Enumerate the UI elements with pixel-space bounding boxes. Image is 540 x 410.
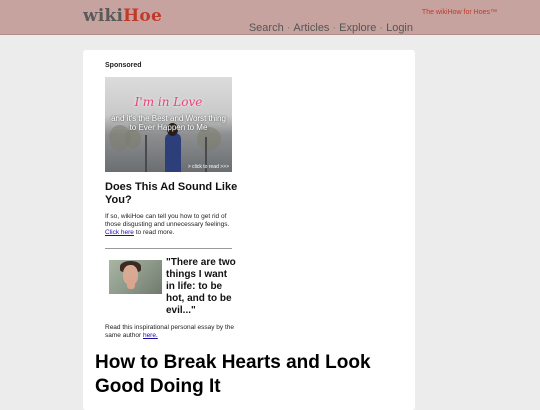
ad-image-caption: and it's the Best and Worst thing to Eve… — [111, 114, 226, 132]
sidebar-divider — [105, 248, 232, 249]
author-photo[interactable] — [109, 260, 162, 294]
ad-headline[interactable]: Does This Ad Sound Like You? — [105, 181, 245, 207]
ad-description-text: If so, wikiHoe can tell you how to get r… — [105, 213, 230, 228]
ad-description-suffix: to read more. — [135, 229, 175, 236]
ad-image-script-text: I'm in Love — [134, 95, 203, 109]
main-content: Sponsored I'm in Love and it's the Best … — [83, 50, 415, 410]
ad-description: If so, wikiHoe can tell you how to get r… — [105, 213, 240, 237]
site-tagline: The wikiHow for Hoes™ — [421, 9, 497, 16]
nav-separator: · — [379, 22, 384, 34]
nav-articles[interactable]: Articles — [293, 22, 329, 34]
sponsored-label: Sponsored — [105, 62, 142, 69]
nav-separator: · — [332, 22, 337, 34]
ad-click-here-link[interactable]: Click here — [105, 229, 134, 236]
page-title: How to Break Hearts and Look Good Doing … — [95, 352, 371, 397]
essay-quote[interactable]: "There are two things I want in life: to… — [166, 257, 236, 317]
logo-prefix: wiki — [83, 6, 124, 26]
nav-login[interactable]: Login — [386, 22, 413, 34]
nav-explore[interactable]: Explore — [339, 22, 376, 34]
site-logo[interactable]: wikiHoe — [83, 6, 162, 26]
ad-click-prompt: > click to read >>> — [187, 164, 229, 170]
nav-separator: · — [286, 22, 291, 34]
essay-here-link[interactable]: here. — [143, 332, 158, 339]
essay-description: Read this inspirational personal essay b… — [105, 324, 240, 340]
ad-image[interactable]: I'm in Love and it's the Best and Worst … — [105, 77, 232, 172]
site-header: wikiHoe The wikiHow for Hoes™ Search · Art… — [0, 0, 540, 35]
essay-description-text: Read this inspirational personal essay b… — [105, 324, 234, 339]
logo-accent: Hoe — [123, 6, 162, 26]
top-nav: Search · Articles · Explore · Login — [249, 22, 413, 34]
ad-person-figure — [165, 133, 181, 172]
nav-search[interactable]: Search — [249, 22, 284, 34]
